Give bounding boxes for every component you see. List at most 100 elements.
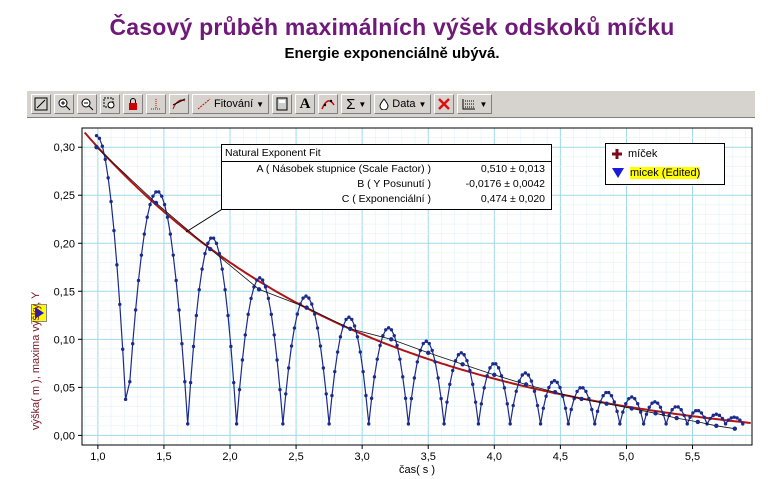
- data-point-micek: [462, 353, 466, 357]
- data-point-micek: [375, 357, 379, 361]
- data-point-micek: [154, 190, 158, 194]
- data-point-micek: [177, 308, 181, 312]
- fit-param-value: 0,510 ± 0,013: [480, 163, 545, 175]
- data-point-micek: [229, 344, 233, 349]
- data-point-micek: [741, 422, 745, 426]
- data-point-micek: [635, 401, 640, 406]
- data-point-micek: [335, 350, 340, 354]
- data-point-micek: [508, 422, 512, 426]
- data-point-micek: [430, 348, 434, 353]
- data-point-micek: [315, 326, 320, 330]
- data-point-micek: [641, 422, 646, 426]
- data-point-micek: [197, 288, 201, 292]
- fit-param-label: A ( Násobek stupnice (Scale Factor) ): [256, 163, 432, 175]
- data-point-micek: [624, 401, 628, 406]
- data-point-micek: [243, 333, 247, 337]
- data-point-micek: [100, 144, 105, 148]
- data-point-micek: [679, 408, 683, 412]
- data-point-micek: [682, 413, 686, 418]
- data-point-micek: [355, 335, 360, 339]
- data-point-micek: [494, 362, 498, 366]
- data-point-micek: [131, 342, 135, 346]
- data-point-micek: [118, 302, 122, 307]
- data-point-micek: [121, 347, 125, 351]
- data-point-micek: [459, 351, 463, 355]
- y-tick-label: 0,10: [54, 334, 75, 346]
- data-point-micek: [738, 418, 742, 422]
- data-point-micek: [97, 136, 102, 141]
- y-tick-label: 0,25: [54, 190, 75, 202]
- data-point-micek: [211, 236, 216, 240]
- data-point-micek: [479, 402, 484, 406]
- data-point-micek-edited: [653, 411, 658, 416]
- data-point-micek-edited: [389, 337, 394, 342]
- data-point-micek: [281, 422, 285, 426]
- fit-results-box[interactable]: Natural Exponent Fit A ( Násobek stupnic…: [221, 144, 552, 210]
- data-point-micek: [284, 392, 288, 396]
- data-point-micek: [217, 251, 222, 256]
- data-point-micek-edited: [695, 419, 701, 425]
- data-point-micek: [191, 344, 196, 349]
- data-point-micek: [590, 407, 594, 412]
- data-point-micek: [488, 366, 492, 370]
- data-point-micek: [159, 194, 164, 198]
- data-point-micek-edited: [604, 401, 609, 406]
- data-point-micek: [578, 386, 582, 390]
- data-point-micek-edited: [460, 362, 465, 367]
- data-point-micek: [471, 382, 475, 387]
- data-point-micek: [673, 405, 677, 409]
- data-point-micek: [406, 422, 411, 426]
- data-point-micek: [151, 194, 155, 198]
- data-point-micek: [180, 342, 184, 346]
- data-point-micek: [352, 324, 357, 328]
- data-point-micek: [347, 315, 351, 319]
- data-point-micek: [398, 357, 402, 361]
- fit-param-value: -0,0176 ± 0,0042: [465, 178, 545, 190]
- legend[interactable]: míček micek (Edited): [605, 143, 725, 185]
- data-point-micek: [330, 393, 334, 398]
- data-point-micek: [558, 385, 562, 390]
- data-point-micek: [361, 369, 365, 374]
- triangle-marker-icon: [612, 168, 624, 178]
- data-point-micek: [310, 302, 314, 306]
- data-point-micek: [312, 312, 317, 316]
- data-point-micek: [627, 396, 631, 401]
- legend-label: micek (Edited): [630, 167, 701, 179]
- data-point-micek: [395, 343, 399, 348]
- data-point-micek: [424, 339, 428, 343]
- data-point-micek: [563, 406, 568, 411]
- data-point-micek: [655, 401, 660, 405]
- data-point-micek: [350, 317, 354, 322]
- data-point-micek-edited: [523, 382, 529, 387]
- data-point-micek: [289, 344, 294, 348]
- data-point-micek: [255, 278, 259, 282]
- data-point-micek: [367, 422, 371, 426]
- data-point-micek: [237, 387, 242, 392]
- data-point-micek: [403, 396, 408, 401]
- data-point-micek-edited: [304, 305, 309, 310]
- y-tick-label: 0,05: [54, 382, 75, 394]
- data-point-micek: [142, 232, 146, 236]
- x-axis-label: čas( s ): [399, 464, 435, 476]
- data-point-micek-edited: [426, 350, 431, 355]
- data-point-micek: [427, 341, 431, 346]
- x-tick-label: 5,5: [685, 451, 700, 463]
- data-point-micek: [523, 371, 528, 375]
- data-point-micek: [436, 376, 440, 380]
- data-point-micek: [511, 403, 515, 408]
- data-point-micek: [442, 422, 446, 426]
- data-point-micek-edited: [732, 426, 738, 431]
- data-point-micek: [200, 267, 204, 271]
- data-point-micek: [547, 385, 551, 390]
- x-tick-label: 1,5: [156, 451, 171, 463]
- chart-area[interactable]: 1,0 1,5 2,0 2,5 3,0 3,5 4,0 4,5 5,0 5,5 0,00 0,05 0,…: [0, 0, 784, 479]
- data-point-micek: [676, 405, 680, 409]
- data-point-micek: [183, 379, 187, 384]
- y-tick-label: 0,20: [54, 238, 75, 250]
- data-point-micek: [165, 215, 170, 219]
- data-point-micek: [514, 389, 518, 393]
- data-point-micek: [318, 344, 323, 348]
- data-point-micek: [260, 278, 265, 282]
- data-point-micek: [94, 133, 99, 138]
- data-point-micek: [112, 228, 116, 233]
